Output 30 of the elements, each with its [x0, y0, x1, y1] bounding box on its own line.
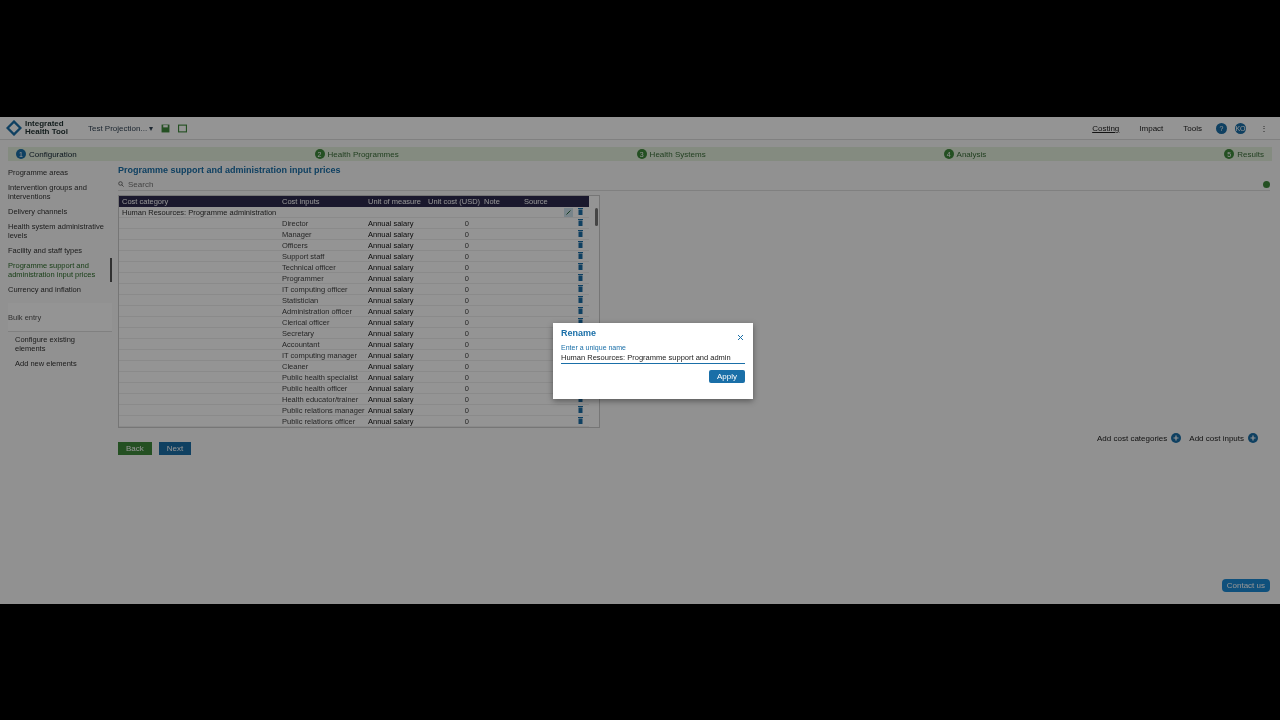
back-button[interactable]: Back [118, 442, 152, 455]
search-field[interactable]: Search [128, 179, 1259, 189]
step-label[interactable]: Results [1237, 149, 1264, 159]
add-cost-inputs-button[interactable]: Add cost inputs [1189, 433, 1258, 443]
pencil-icon [566, 209, 571, 215]
contact-button[interactable]: Contact us [1221, 579, 1270, 592]
app-name: Health Tool [25, 128, 68, 136]
more-menu[interactable]: ⋮ [1260, 123, 1268, 133]
close-icon [737, 333, 744, 341]
step-label[interactable]: Health Programmes [327, 149, 399, 159]
project-selector[interactable]: Test Projection... ▾ [87, 123, 154, 133]
plus-icon [1171, 433, 1182, 443]
dialog-title: Rename [561, 328, 596, 338]
save-icon[interactable] [161, 123, 171, 133]
nav-link[interactable]: Impact [1139, 123, 1164, 133]
nav-link[interactable]: Tools [1183, 123, 1202, 133]
apply-button[interactable]: Apply [709, 370, 745, 383]
page-title: Programme support and administration input prices [118, 165, 342, 175]
step-label[interactable]: Configuration [29, 149, 77, 159]
plus-icon [1248, 433, 1258, 443]
step-label[interactable]: Analysis [956, 149, 987, 159]
search-icon [118, 181, 124, 187]
window-icon[interactable] [178, 123, 188, 133]
next-button[interactable]: Next [158, 442, 192, 455]
logo-icon [6, 120, 22, 136]
edit-button[interactable] [564, 207, 573, 217]
app-name: Integrated [25, 120, 65, 128]
step-label[interactable]: Health Systems [649, 149, 706, 159]
add-cost-categories-button[interactable]: Add cost categories [1097, 433, 1182, 443]
nav-link[interactable]: Costing [1092, 123, 1120, 133]
